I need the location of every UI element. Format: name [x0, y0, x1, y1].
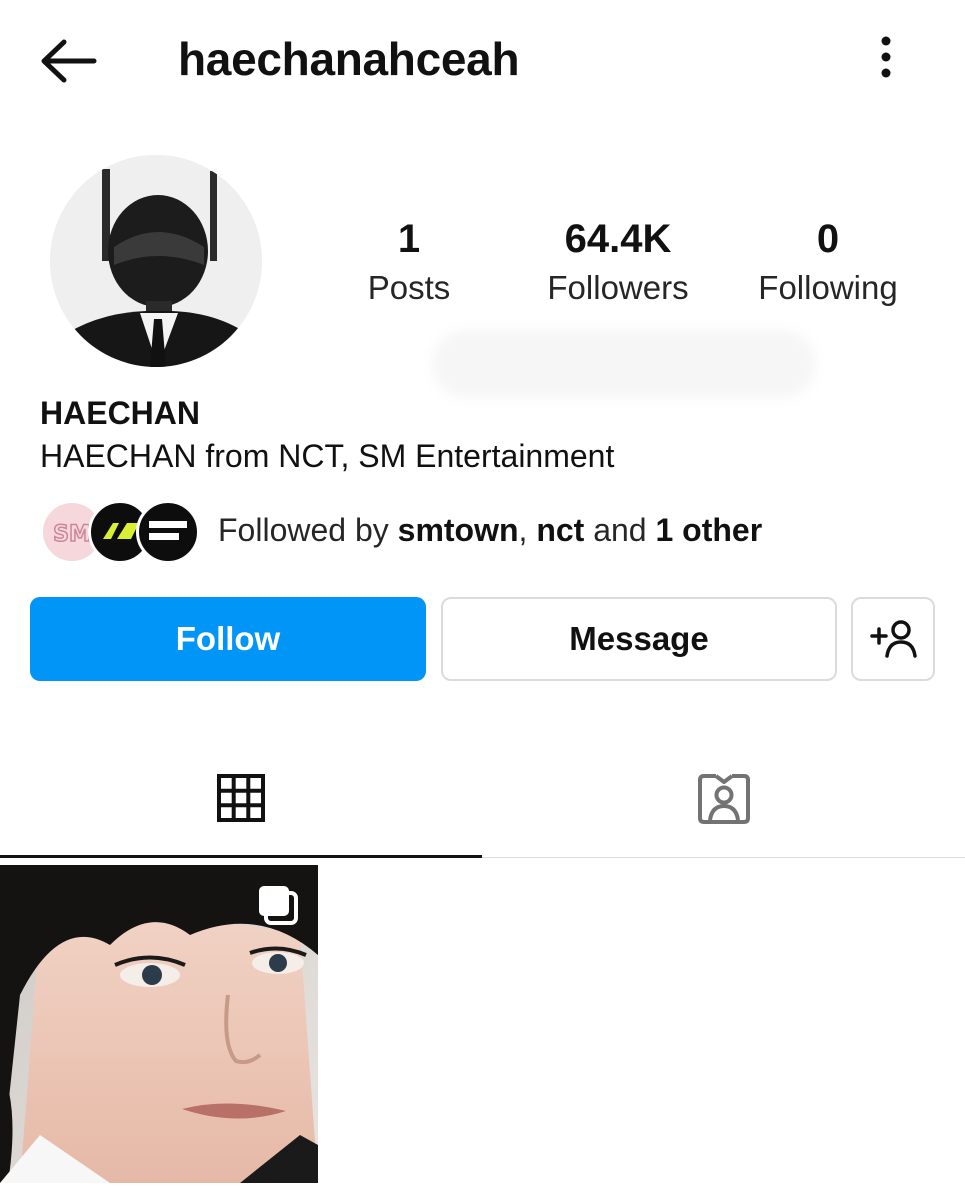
mutual-avatar-nct-dream	[136, 500, 200, 564]
profile-header: haechanahceah	[0, 0, 965, 120]
more-options-button[interactable]	[866, 34, 906, 80]
posts-count-value: 1	[397, 217, 421, 261]
follow-button[interactable]: Follow	[30, 597, 426, 681]
post-thumbnail[interactable]	[0, 865, 318, 1183]
profile-display-name: HAECHAN	[40, 395, 200, 431]
carousel-icon	[259, 886, 298, 925]
profile-avatar[interactable]	[50, 155, 262, 367]
svg-text:SM: SM	[53, 522, 91, 547]
profile-bio: HAECHAN from NCT, SM Entertainment	[40, 438, 615, 474]
following-count-label: Following	[758, 269, 898, 306]
followers-count-value: 64.4K	[564, 217, 672, 261]
followed-by-user-1[interactable]: smtown	[398, 512, 519, 548]
tab-tagged[interactable]	[482, 740, 965, 858]
add-person-icon	[870, 620, 917, 658]
tab-posts-grid[interactable]	[0, 740, 482, 858]
followed-by-separator: ,	[518, 512, 528, 548]
following-count[interactable]: 0 Following	[742, 215, 914, 311]
grid-icon	[217, 773, 265, 822]
page-title: haechanahceah	[178, 33, 520, 85]
message-button[interactable]: Message	[441, 597, 837, 681]
mutual-followers-avatars[interactable]: SM	[40, 500, 200, 566]
followed-by-text[interactable]: Followed by smtown, nct and 1 other	[218, 512, 762, 549]
posts-count: 1 Posts	[340, 215, 478, 311]
following-count-value: 0	[816, 217, 840, 261]
back-button[interactable]	[36, 36, 100, 86]
followed-by-others[interactable]: 1 other	[655, 512, 762, 548]
arrow-left-icon	[41, 39, 97, 83]
followed-by-user-2[interactable]: nct	[536, 512, 584, 548]
posts-count-label: Posts	[367, 269, 451, 306]
more-vertical-icon	[881, 36, 891, 78]
followed-by-conjunction: and	[593, 512, 647, 548]
suggested-accounts-button[interactable]	[851, 597, 935, 681]
tagged-person-icon	[697, 773, 750, 824]
followers-count-label: Followers	[547, 269, 689, 306]
blurred-overlay	[432, 330, 816, 398]
followed-by-prefix: Followed by	[218, 512, 389, 548]
followers-count[interactable]: 64.4K Followers	[530, 215, 706, 311]
